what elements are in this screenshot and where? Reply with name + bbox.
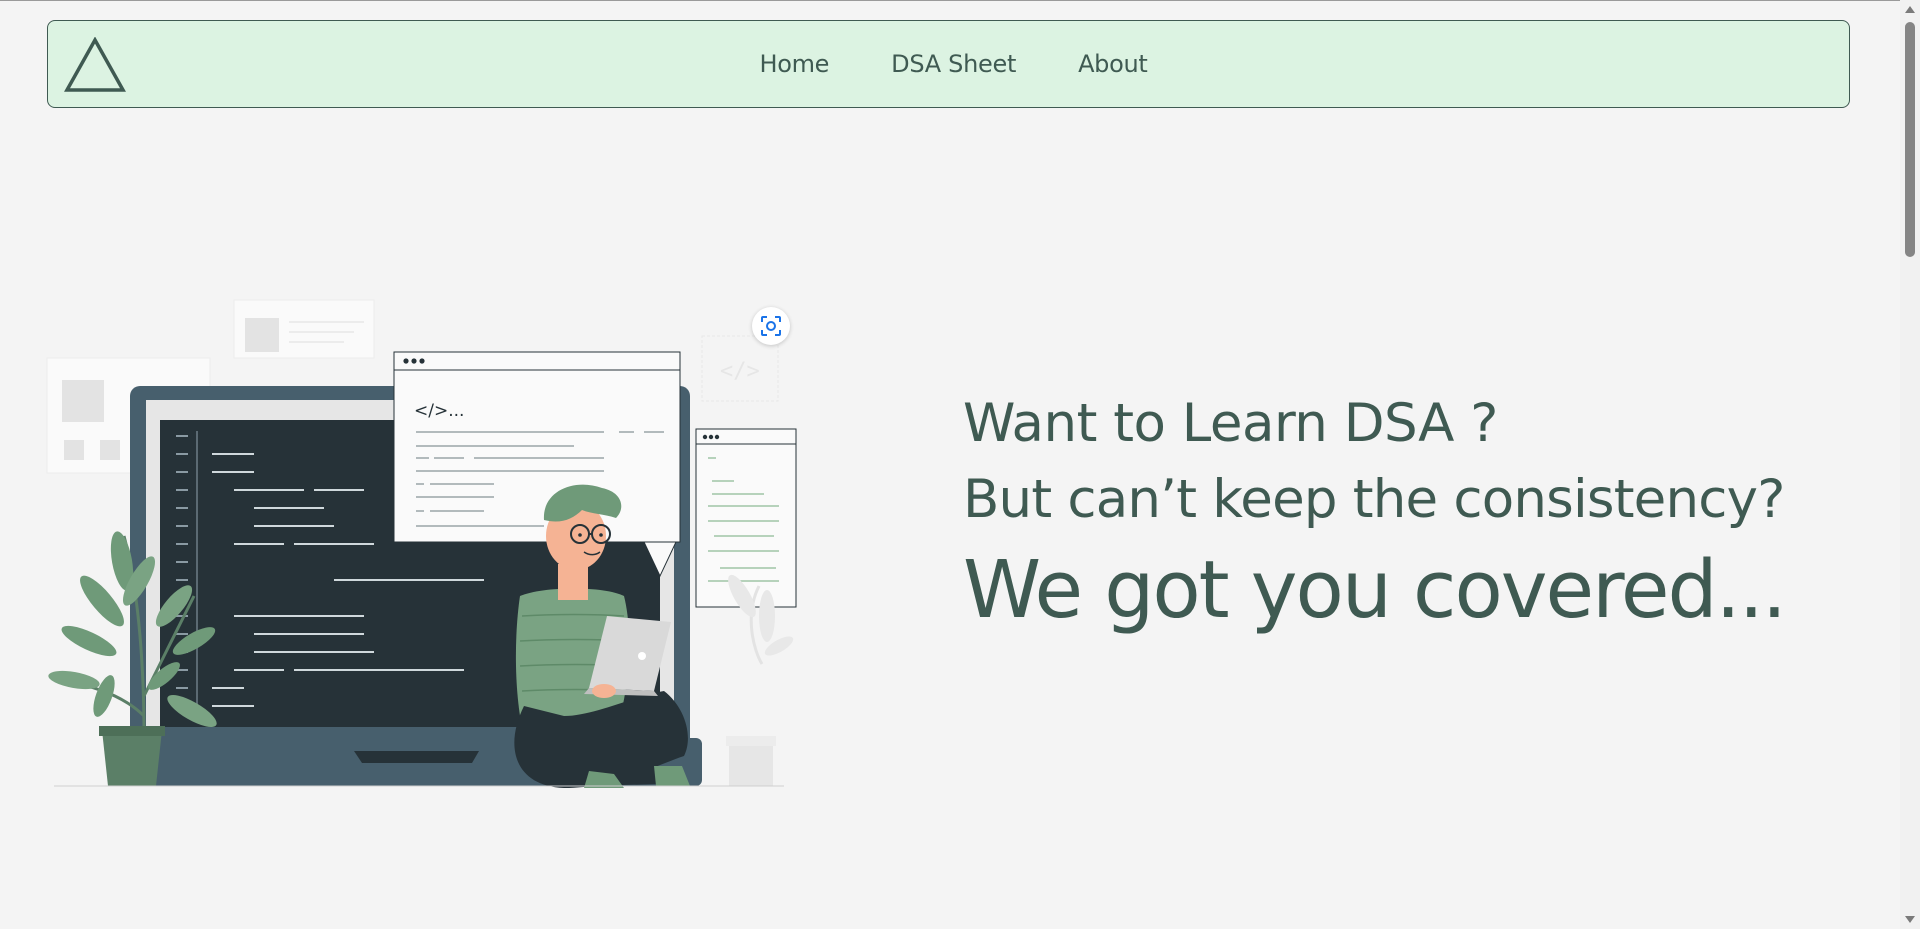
side-code-window xyxy=(695,428,797,608)
scroll-down-arrow-icon[interactable] xyxy=(1905,916,1915,923)
nav-link-dsa-sheet[interactable]: DSA Sheet xyxy=(891,50,1016,78)
code-popup-window: </>... xyxy=(393,351,681,578)
scroll-thumb[interactable] xyxy=(1905,22,1915,257)
nav-links: Home DSA Sheet About xyxy=(48,21,1849,107)
background-code-card: </> xyxy=(701,335,779,402)
scroll-up-arrow-icon[interactable] xyxy=(1905,6,1915,13)
hero-text: Want to Learn DSA ? But can’t keep the c… xyxy=(963,388,1787,640)
code-tag-text: </>... xyxy=(414,401,464,421)
background-card-top xyxy=(233,299,375,359)
hero-line-3: We got you covered... xyxy=(963,544,1787,636)
google-lens-icon[interactable] xyxy=(752,307,790,345)
nav-link-about[interactable]: About xyxy=(1078,50,1148,78)
navbar: Home DSA Sheet About xyxy=(47,20,1850,108)
hero-line-1: Want to Learn DSA ? xyxy=(963,393,1498,454)
nav-link-home[interactable]: Home xyxy=(759,50,829,78)
hero-illustration: </> </>... xyxy=(46,299,797,788)
svg-text:</>: </> xyxy=(720,359,760,384)
hero-line-2: But can’t keep the consistency? xyxy=(963,469,1785,530)
top-border xyxy=(0,0,1900,1)
vertical-scrollbar[interactable] xyxy=(1900,0,1920,929)
